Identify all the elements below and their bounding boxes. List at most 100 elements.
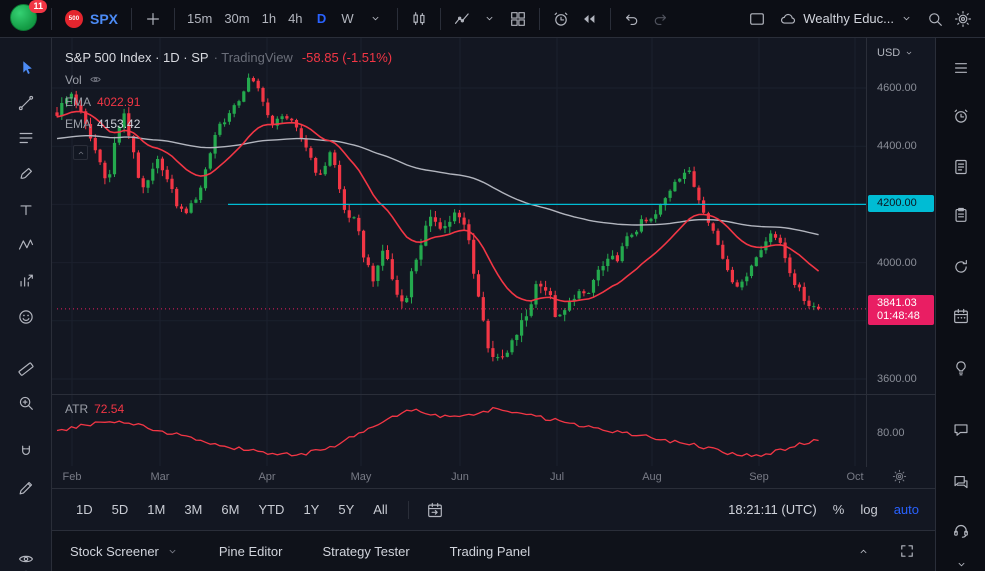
fib-retracement-icon[interactable] — [13, 125, 39, 151]
range-all[interactable]: All — [365, 498, 395, 522]
gear-icon — [954, 10, 972, 28]
range-1d[interactable]: 1D — [68, 498, 101, 522]
price-tick: 3600.00 — [877, 372, 917, 386]
draw-icon[interactable] — [13, 475, 39, 501]
timezone-settings-gear-icon[interactable] — [892, 469, 907, 484]
news-icon[interactable] — [948, 154, 974, 180]
bar-replay-button[interactable] — [575, 5, 603, 33]
panel-fullscreen-button[interactable] — [893, 537, 921, 565]
auto-scale-toggle[interactable]: auto — [894, 502, 919, 517]
search-icon — [926, 10, 944, 28]
conversations-icon[interactable] — [948, 469, 974, 495]
settings-button[interactable] — [949, 5, 977, 33]
range-6m[interactable]: 6M — [213, 498, 247, 522]
ema-legend-label[interactable]: EMA — [65, 117, 91, 131]
undo-button[interactable] — [618, 5, 646, 33]
multichart-layout-button[interactable] — [504, 5, 532, 33]
tab-strategy-tester[interactable]: Strategy Tester — [322, 531, 409, 571]
cloud-save-button[interactable]: Wealthy Educ... — [771, 5, 921, 33]
cursor-icon[interactable] — [13, 55, 39, 81]
timeframe-1w[interactable]: W — [336, 6, 360, 32]
volume-legend-label[interactable]: Vol — [65, 73, 82, 87]
range-1y[interactable]: 1Y — [295, 498, 327, 522]
time-axis[interactable]: FebMarAprMayJunJulAugSepOct — [52, 467, 935, 488]
atr-legend[interactable]: ATR 72.54 — [65, 402, 124, 416]
clock-utc[interactable]: 18:21:11 (UTC) — [728, 502, 817, 517]
chart-legend: S&P 500 Index · 1D · SP · TradingView -5… — [65, 50, 392, 138]
redo-button[interactable] — [646, 5, 674, 33]
zoom-icon[interactable] — [13, 390, 39, 416]
tab-trading-panel[interactable]: Trading Panel — [450, 531, 530, 571]
bottom-panel: Stock Screener Pine Editor Strategy Test… — [52, 530, 935, 571]
indicator-templates-chevron[interactable] — [476, 5, 504, 33]
range-5d[interactable]: 5D — [104, 498, 137, 522]
undo-icon — [623, 10, 641, 28]
support-icon[interactable] — [948, 517, 974, 543]
range-5y[interactable]: 5Y — [330, 498, 362, 522]
chart-area[interactable]: S&P 500 Index · 1D · SP · TradingView -5… — [52, 38, 935, 467]
range-1m[interactable]: 1M — [139, 498, 173, 522]
range-3m[interactable]: 3M — [176, 498, 210, 522]
calendar-icon[interactable] — [948, 303, 974, 329]
month-label-jun: Jun — [445, 471, 475, 483]
alert-button[interactable] — [547, 5, 575, 33]
ruler-icon[interactable] — [13, 355, 39, 381]
legend-symbol-title[interactable]: S&P 500 Index · 1D · SP — [65, 50, 209, 65]
volume-visibility-toggle[interactable] — [89, 73, 102, 86]
go-to-date-button[interactable] — [421, 496, 449, 524]
tradingview-app: 11 500 SPX 15m 30m 1h 4h D W — [0, 0, 985, 571]
plus-icon — [144, 10, 162, 28]
rewind-icon — [580, 10, 598, 28]
ideas-icon[interactable] — [948, 355, 974, 381]
legend-attribution: · TradingView — [214, 50, 293, 65]
month-label-mar: Mar — [145, 471, 175, 483]
symbol-search-button[interactable]: 500 SPX — [59, 5, 124, 33]
indicators-button[interactable] — [448, 5, 476, 33]
chart-style-button[interactable] — [405, 5, 433, 33]
layout-select-button[interactable] — [743, 5, 771, 33]
add-symbol-button[interactable] — [139, 5, 167, 33]
target-icon[interactable] — [13, 564, 39, 571]
timeframe-1d[interactable]: D — [310, 6, 334, 32]
xabcd-pattern-icon[interactable] — [13, 232, 39, 258]
log-scale-toggle[interactable]: log — [860, 502, 877, 517]
legend-collapse-caret[interactable] — [73, 145, 88, 160]
ema-legend-label[interactable]: EMA — [65, 95, 91, 109]
trend-line-icon[interactable] — [13, 90, 39, 116]
data-window-icon[interactable] — [948, 202, 974, 228]
main-menu-button[interactable]: 11 — [10, 4, 40, 34]
drawing-toolbar — [0, 38, 52, 571]
currency-selector[interactable]: USD — [877, 47, 914, 59]
panel-collapse-button[interactable] — [849, 537, 877, 565]
alerts-icon[interactable] — [948, 103, 974, 129]
price-tick: 4000.00 — [877, 256, 917, 270]
price-axis[interactable]: USD 4600.004400.004200.004000.003600.003… — [867, 38, 935, 467]
search-button[interactable] — [921, 5, 949, 33]
brush-icon[interactable] — [13, 161, 39, 187]
separator — [440, 8, 441, 30]
tab-pine-editor[interactable]: Pine Editor — [219, 531, 283, 571]
pane-divider[interactable] — [52, 394, 935, 395]
magnet-icon[interactable] — [13, 439, 39, 465]
timeframe-15m[interactable]: 15m — [182, 6, 217, 32]
timeframe-menu-chevron[interactable] — [362, 5, 390, 33]
refresh-icon[interactable] — [948, 254, 974, 280]
chat-icon[interactable] — [948, 417, 974, 443]
timeframe-4h[interactable]: 4h — [283, 6, 307, 32]
percent-scale-toggle[interactable]: % — [833, 502, 845, 517]
text-icon[interactable] — [13, 197, 39, 223]
chevron-up-icon — [76, 148, 86, 158]
timeframe-30m[interactable]: 30m — [219, 6, 254, 32]
watchlist-icon[interactable] — [948, 55, 974, 81]
range-ytd[interactable]: YTD — [250, 498, 292, 522]
redo-icon — [651, 10, 669, 28]
tab-stock-screener[interactable]: Stock Screener — [70, 531, 179, 571]
separator — [539, 8, 540, 30]
timeframe-1h[interactable]: 1h — [257, 6, 281, 32]
more-icon[interactable] — [948, 551, 974, 571]
emoji-icon[interactable] — [13, 304, 39, 330]
timeframe-group: 15m 30m 1h 4h D W — [182, 5, 390, 33]
chevron-up-icon — [857, 545, 870, 558]
forecast-icon[interactable] — [13, 268, 39, 294]
month-label-apr: Apr — [252, 471, 282, 483]
